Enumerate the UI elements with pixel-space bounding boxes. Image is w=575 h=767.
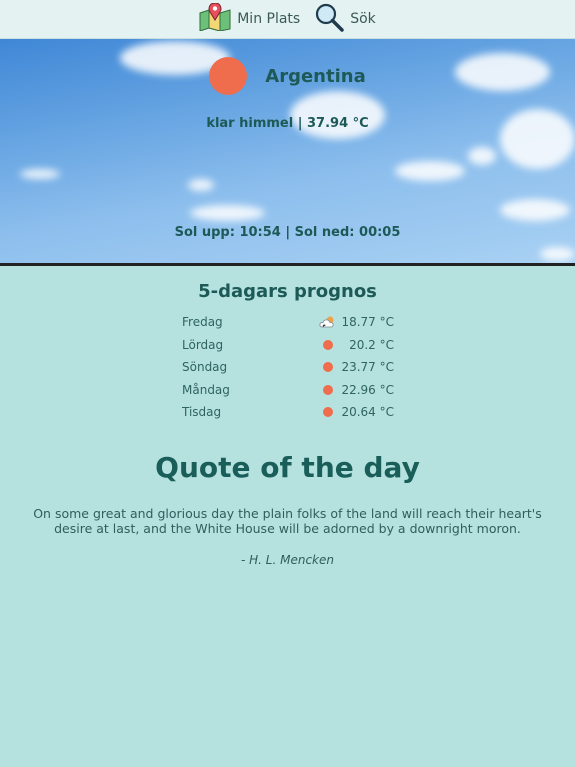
cloud-decoration bbox=[468, 147, 496, 165]
search-icon bbox=[314, 2, 344, 36]
sun-icon bbox=[318, 362, 338, 373]
forecast-day: Söndag bbox=[182, 360, 228, 375]
forecast-title: 5-dagars prognos bbox=[198, 281, 377, 302]
current-weather-panel: Argentina klar himmel | 37.94 °C Sol upp… bbox=[0, 39, 575, 266]
cloud-decoration bbox=[190, 205, 265, 221]
forecast-temp: 22.96 °C bbox=[341, 382, 394, 397]
forecast-day: Måndag bbox=[182, 382, 230, 397]
forecast-temp: 20.2 °C bbox=[349, 337, 394, 352]
sun-icon bbox=[318, 384, 338, 395]
map-pin-icon bbox=[199, 2, 231, 35]
cloud-decoration bbox=[395, 161, 465, 181]
sun-icon bbox=[318, 339, 338, 350]
cloud-decoration bbox=[188, 179, 214, 191]
sun-icon bbox=[209, 57, 248, 95]
top-nav: Min Plats Sök bbox=[0, 0, 575, 39]
sun-times: Sol upp: 10:54 | Sol ned: 00:05 bbox=[174, 225, 401, 240]
my-location-label: Min Plats bbox=[237, 11, 301, 27]
forecast-temp: 18.77 °C bbox=[341, 315, 394, 330]
cloud-decoration bbox=[290, 91, 385, 139]
forecast-temp: 20.64 °C bbox=[341, 405, 394, 420]
cloud-decoration bbox=[20, 169, 60, 179]
forecast-row: Lördag 20.2 °C bbox=[182, 334, 397, 357]
forecast-temp: 23.77 °C bbox=[341, 360, 394, 375]
search-label: Sök bbox=[350, 11, 376, 27]
weather-description: klar himmel | 37.94 °C bbox=[206, 116, 369, 131]
forecast-row: Tisdag 20.64 °C bbox=[182, 401, 397, 424]
city-name: Argentina bbox=[265, 65, 366, 87]
forecast-day: Lördag bbox=[182, 337, 224, 352]
quote-author: - H. L. Mencken bbox=[241, 553, 334, 567]
city-row: Argentina bbox=[0, 57, 575, 95]
forecast-day: Fredag bbox=[182, 315, 223, 330]
forecast-day: Tisdag bbox=[182, 405, 222, 420]
forecast-row: Söndag 23.77 °C bbox=[182, 356, 397, 379]
quote-text: On some great and glorious day the plain… bbox=[33, 506, 542, 536]
forecast-list: Fredag 18.77 °C Lördag 20.2 °C Söndag 23… bbox=[182, 311, 397, 424]
forecast-row: Måndag 22.96 °C bbox=[182, 379, 397, 402]
sun-icon bbox=[318, 407, 338, 418]
search-link[interactable]: Sök bbox=[314, 2, 376, 36]
my-location-link[interactable]: Min Plats bbox=[199, 2, 301, 35]
few-clouds-icon bbox=[318, 316, 338, 328]
forecast-row: Fredag 18.77 °C bbox=[182, 311, 397, 334]
cloud-decoration bbox=[540, 247, 575, 261]
cloud-decoration bbox=[500, 199, 570, 221]
quote-title: Quote of the day bbox=[155, 451, 420, 484]
